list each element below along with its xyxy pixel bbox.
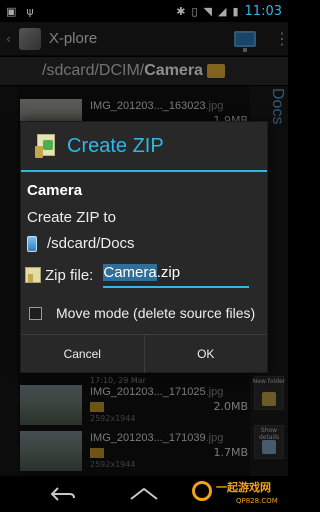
- back-icon[interactable]: [50, 487, 76, 501]
- status-bar: ▣ ψ ✱ ▯ ◥ ◢ ▮ 11:03: [0, 0, 288, 22]
- create-zip-dialog: Create ZIP Camera Create ZIP to /sdcard/…: [20, 121, 268, 373]
- create-zip-to-label: Create ZIP to: [27, 209, 116, 226]
- watermark-logo: [192, 481, 212, 501]
- vibrate-icon: ▯: [191, 4, 198, 18]
- sdcard-icon: [27, 235, 37, 252]
- zip-archive-icon: [35, 134, 57, 158]
- destination-path: /sdcard/Docs: [47, 235, 135, 252]
- photo-icon: ▣: [6, 4, 17, 18]
- dialog-header: Create ZIP: [21, 122, 267, 172]
- bluetooth-icon: ✱: [176, 4, 186, 18]
- watermark-text: 一起游戏网: [216, 481, 271, 494]
- status-time: 11:03: [244, 3, 282, 19]
- zip-name-input[interactable]: Camera.zip: [103, 262, 250, 288]
- dialog-buttons: Cancel OK: [21, 334, 267, 373]
- usb-icon: ψ: [26, 4, 34, 18]
- home-icon[interactable]: [129, 487, 159, 501]
- watermark-url: QP828.COM: [236, 497, 278, 505]
- zip-name-selection: Camera: [103, 264, 157, 281]
- destination-row: /sdcard/Docs: [27, 235, 135, 252]
- zip-file-icon: [25, 267, 41, 283]
- zip-file-row: Zip file: Camera.zip: [25, 262, 261, 288]
- zip-name-extension: .zip: [156, 264, 181, 281]
- move-mode-label: Move mode (delete source files): [56, 305, 256, 321]
- dialog-title: Create ZIP: [67, 134, 164, 157]
- ok-button[interactable]: OK: [145, 335, 268, 373]
- move-mode-checkbox[interactable]: [29, 306, 42, 320]
- move-mode-row[interactable]: Move mode (delete source files): [29, 305, 255, 321]
- zip-file-label: Zip file:: [45, 266, 94, 284]
- battery-icon: ▮: [232, 4, 239, 18]
- wifi-icon: ◥: [203, 4, 212, 18]
- signal-icon: ◢: [218, 4, 227, 18]
- source-folder-name: Camera: [27, 182, 83, 199]
- cancel-button[interactable]: Cancel: [21, 335, 145, 373]
